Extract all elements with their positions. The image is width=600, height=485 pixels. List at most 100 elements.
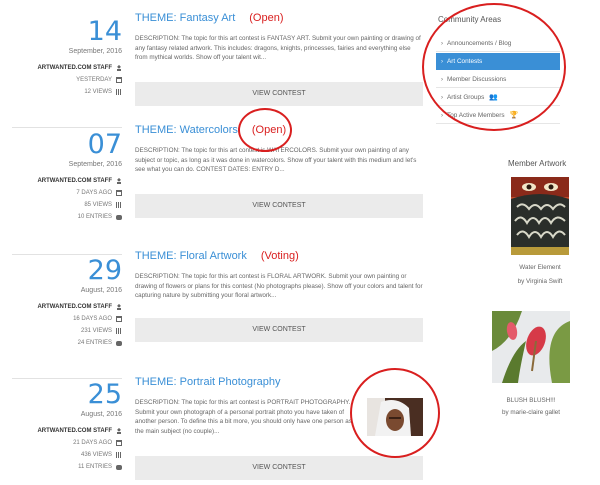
entries-label: 10 ENTRIES: [77, 214, 112, 220]
contest-description: DESCRIPTION: The topic for this art cont…: [135, 35, 421, 62]
contest-title[interactable]: THEME: Floral Artwork (Voting): [135, 250, 425, 262]
view-contest-button[interactable]: VIEW CONTEST: [135, 82, 423, 106]
bar-chart-icon: [116, 452, 122, 458]
user-icon: [116, 178, 122, 184]
entries-label: 11 ENTRIES: [78, 464, 112, 470]
sidebar-item-label: Member Discussions: [447, 76, 507, 83]
view-contest-button[interactable]: VIEW CONTEST: [135, 194, 423, 218]
users-icon: 👥: [489, 94, 499, 101]
user-icon: [116, 304, 122, 310]
artwork-caption[interactable]: BLUSH BLUSH!!!: [492, 397, 570, 404]
contest-thumbnail[interactable]: [367, 398, 423, 436]
chevron-right-icon: ›: [441, 95, 443, 101]
portrait-photo-icon: [367, 398, 423, 436]
contest-posted: 7 DAYS AGO: [0, 190, 122, 196]
author-label[interactable]: ARTWANTED.COM STAFF: [37, 65, 112, 71]
contest-views: 12 VIEWS: [0, 89, 122, 95]
sidebar-item-label: Announcements / Blog: [447, 40, 512, 47]
sidebar-item-announcements[interactable]: › Announcements / Blog: [436, 35, 560, 52]
sidebar-item-label: Art Contests: [447, 58, 483, 65]
view-contest-button[interactable]: VIEW CONTEST: [135, 456, 423, 480]
contest-author[interactable]: ARTWANTED.COM STAFF: [0, 178, 122, 184]
comment-icon: [116, 464, 122, 470]
chevron-right-icon: ›: [441, 113, 443, 119]
artwork-author[interactable]: by marie-claire gallet: [486, 409, 576, 416]
artwork-water-element-image: [511, 177, 569, 255]
contest-views: 436 VIEWS: [0, 452, 122, 458]
chevron-right-icon: ›: [441, 41, 443, 47]
comment-icon: [116, 340, 122, 346]
contest-date: 07 September, 2016 ARTWANTED.COM STAFF 7…: [0, 131, 122, 220]
contest-title-text[interactable]: THEME: Fantasy Art: [135, 12, 235, 24]
contest-day: 25: [87, 379, 122, 410]
posted-label: YESTERDAY: [76, 77, 112, 83]
artwork-thumbnail[interactable]: [492, 311, 570, 383]
contest-title-text[interactable]: THEME: Watercolors: [135, 124, 238, 136]
bar-chart-icon: [116, 328, 122, 334]
contest-entries: 10 ENTRIES: [0, 214, 122, 220]
author-label[interactable]: ARTWANTED.COM STAFF: [37, 178, 112, 184]
sidebar-item-member-discussions[interactable]: › Member Discussions: [436, 71, 560, 88]
contest-posted: 21 DAYS AGO: [0, 440, 122, 446]
views-label: 85 VIEWS: [84, 202, 112, 208]
contest-description: DESCRIPTION: The topic for this art cont…: [135, 273, 423, 300]
contest-description: DESCRIPTION: The topic for this art cont…: [135, 147, 417, 174]
contest-entries: 24 ENTRIES: [0, 340, 122, 346]
author-label[interactable]: ARTWANTED.COM STAFF: [37, 304, 112, 310]
contest-views: 231 VIEWS: [0, 328, 122, 334]
sidebar-item-label: Top Active Members: [447, 112, 505, 119]
views-label: 231 VIEWS: [80, 328, 112, 334]
calendar-icon: [116, 316, 122, 322]
contest-author[interactable]: ARTWANTED.COM STAFF: [0, 304, 122, 310]
contest-status: (Voting): [260, 250, 299, 262]
calendar-icon: [116, 440, 122, 446]
community-areas-title: Community Areas: [438, 15, 502, 24]
sidebar-item-top-active-members[interactable]: › Top Active Members 🏆: [436, 107, 560, 124]
artwork-author[interactable]: by Virginia Swift: [506, 278, 574, 285]
contest-entries: 11 ENTRIES: [0, 464, 122, 470]
comment-icon: [116, 214, 122, 220]
contest-month: September, 2016: [68, 161, 122, 168]
contest-author[interactable]: ARTWANTED.COM STAFF: [0, 65, 122, 71]
contest-title[interactable]: THEME: Watercolors (Open): [135, 124, 425, 136]
view-contest-button[interactable]: VIEW CONTEST: [135, 318, 423, 342]
user-icon: [116, 428, 122, 434]
contest-author[interactable]: ARTWANTED.COM STAFF: [0, 428, 122, 434]
trophy-icon: 🏆: [509, 112, 519, 119]
contest-views: 85 VIEWS: [0, 202, 122, 208]
contest-month: August, 2016: [80, 411, 122, 418]
contest-title[interactable]: THEME: Fantasy Art (Open): [135, 12, 425, 24]
contest-date: 29 August, 2016 ARTWANTED.COM STAFF 16 D…: [0, 257, 122, 346]
chevron-right-icon: ›: [441, 59, 443, 65]
posted-label: 7 DAYS AGO: [76, 190, 112, 196]
contest-title-text[interactable]: THEME: Portrait Photography: [135, 376, 281, 388]
bar-chart-icon: [116, 89, 122, 95]
author-label[interactable]: ARTWANTED.COM STAFF: [37, 428, 112, 434]
entries-label: 24 ENTRIES: [77, 340, 112, 346]
contest-posted: 16 DAYS AGO: [0, 316, 122, 322]
posted-label: 16 DAYS AGO: [73, 316, 112, 322]
contest-posted: YESTERDAY: [0, 77, 122, 83]
member-artwork-title: Member Artwork: [508, 159, 567, 168]
artwork-thumbnail[interactable]: [511, 177, 569, 255]
chevron-right-icon: ›: [441, 77, 443, 83]
contest-status: (Open): [249, 12, 284, 24]
calendar-icon: [116, 77, 122, 83]
contest-date: 14 September, 2016 ARTWANTED.COM STAFF Y…: [0, 18, 122, 95]
contest-title[interactable]: THEME: Portrait Photography: [135, 376, 425, 388]
sidebar-item-artist-groups[interactable]: › Artist Groups 👥: [436, 89, 560, 106]
calendar-icon: [116, 190, 122, 196]
user-icon: [116, 65, 122, 71]
contest-day: 07: [87, 129, 122, 160]
contest-month: August, 2016: [80, 287, 122, 294]
artwork-caption[interactable]: Water Element: [511, 264, 569, 271]
views-label: 436 VIEWS: [80, 452, 112, 458]
sidebar-item-art-contests[interactable]: › Art Contests: [436, 53, 560, 70]
artwork-blush-image: [492, 311, 570, 383]
bar-chart-icon: [116, 202, 122, 208]
contest-title-text[interactable]: THEME: Floral Artwork: [135, 250, 247, 262]
posted-label: 21 DAYS AGO: [73, 440, 112, 446]
views-label: 12 VIEWS: [84, 89, 112, 95]
contest-day: 14: [87, 16, 122, 47]
contest-description: DESCRIPTION: The topic for this art cont…: [135, 399, 352, 435]
